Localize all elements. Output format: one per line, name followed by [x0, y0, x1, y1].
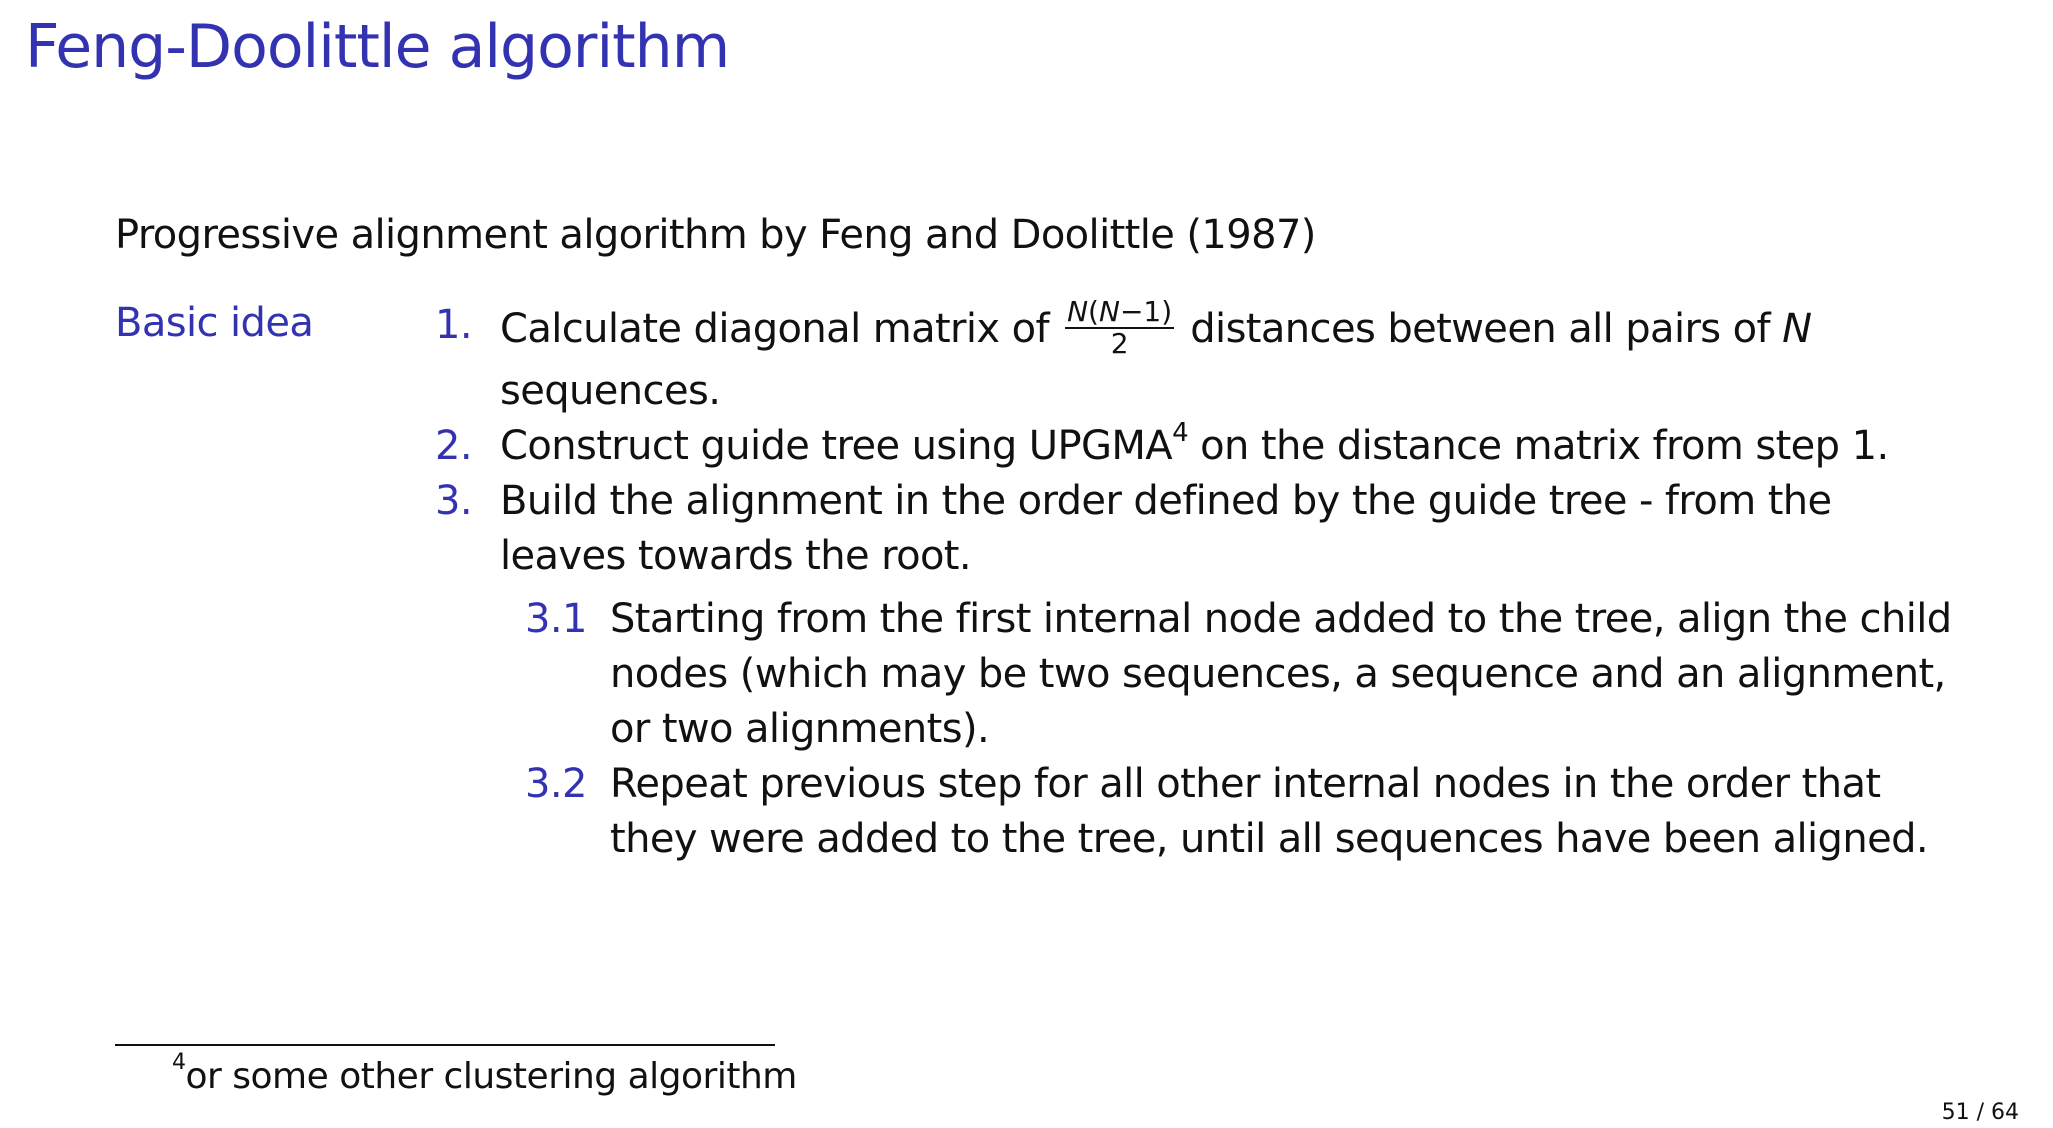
- step-1-text-end: sequences.: [500, 368, 721, 414]
- substep-3-2: 3.2 Repeat previous step for all other i…: [510, 757, 1955, 867]
- step-3-number: 3.: [435, 478, 473, 524]
- step-3-text: Build the alignment in the order defined…: [500, 478, 1832, 579]
- substep-3-2-text: Repeat previous step for all other inter…: [610, 761, 1929, 862]
- step-1: 1. Calculate diagonal matrix of N(N−1) 2…: [435, 298, 1955, 419]
- step-1-number: 1.: [435, 302, 473, 348]
- fraction-n-n-minus-1-over-2: N(N−1) 2: [1065, 295, 1175, 360]
- footnote-mark: 4: [172, 1050, 186, 1075]
- basic-idea-label: Basic idea: [115, 300, 314, 346]
- intro-text: Progressive alignment algorithm by Feng …: [115, 212, 1316, 258]
- fraction-numerator-n2: N: [1098, 295, 1120, 328]
- slide-title: Feng-Doolittle algorithm: [25, 12, 730, 82]
- step-1-variable-n: N: [1782, 306, 1812, 352]
- fraction-numerator-paren: (: [1088, 295, 1099, 328]
- substep-3-2-number: 3.2: [525, 761, 587, 807]
- substep-3-1: 3.1 Starting from the first internal nod…: [510, 592, 1955, 757]
- substep-3-1-number: 3.1: [525, 596, 587, 642]
- steps-list: 1. Calculate diagonal matrix of N(N−1) 2…: [435, 298, 1955, 867]
- step-2-text-before: Construct guide tree using UPGMA: [500, 423, 1173, 469]
- step-2-number: 2.: [435, 423, 473, 469]
- fraction-numerator-n1: N: [1067, 295, 1089, 328]
- fraction-numerator: N(N−1): [1065, 295, 1175, 329]
- step-1-text-after: distances between all pairs of: [1190, 306, 1771, 352]
- footnote-4: 4or some other clustering algorithm: [172, 1052, 798, 1098]
- step-2: 2. Construct guide tree using UPGMA4 on …: [435, 419, 1955, 474]
- step-2-text-after: on the distance matrix from step 1.: [1200, 423, 1889, 469]
- substeps-list: 3.1 Starting from the first internal nod…: [435, 592, 1955, 867]
- footnote-divider: [115, 1044, 775, 1046]
- footnote-text: or some other clustering algorithm: [185, 1056, 798, 1097]
- step-3: 3. Build the alignment in the order defi…: [435, 474, 1955, 584]
- substep-3-1-text: Starting from the first internal node ad…: [610, 596, 1952, 752]
- fraction-denominator: 2: [1110, 327, 1129, 360]
- page-number: 51 / 64: [1941, 1100, 2019, 1125]
- step-1-text-before: Calculate diagonal matrix of: [500, 306, 1050, 352]
- footnote-reference-4[interactable]: 4: [1172, 418, 1189, 448]
- fraction-numerator-end: −1): [1119, 295, 1173, 328]
